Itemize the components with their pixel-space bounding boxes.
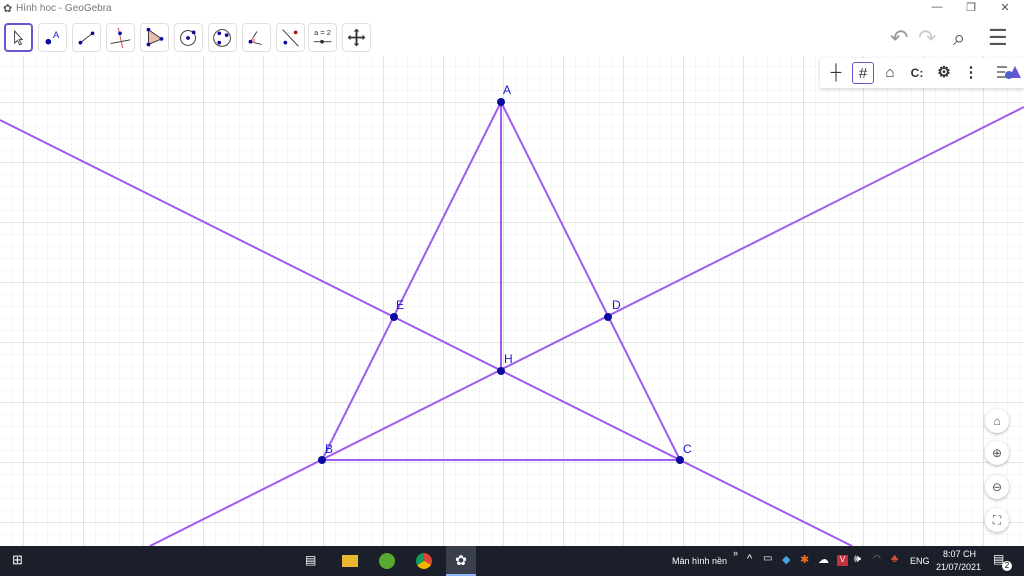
- avast-icon[interactable]: ✱: [800, 553, 809, 566]
- taskbar: ⊞ ▤ ✿ Màn hình nền » ^ ▭ ◆ ✱ ☁ V 🕪 ◠ ♣ E…: [0, 546, 1024, 576]
- home-view-button[interactable]: ⌂: [985, 409, 1009, 433]
- settings-icon[interactable]: ⚙: [933, 62, 955, 84]
- point-h[interactable]: [497, 367, 505, 375]
- style-bar: ┼ # ⌂ C: ⚙ ⋮: [820, 58, 1024, 88]
- tool-move[interactable]: [4, 23, 33, 52]
- point-a[interactable]: [497, 98, 505, 106]
- tool-angle[interactable]: [242, 23, 271, 52]
- wifi-icon[interactable]: ◠: [873, 553, 881, 564]
- point-b[interactable]: [318, 456, 326, 464]
- label-b: B: [325, 442, 334, 456]
- label-c: C: [683, 442, 692, 456]
- zoom-in-button[interactable]: ⊕: [985, 441, 1009, 465]
- slider-label: a = 2: [314, 28, 331, 37]
- restore-button[interactable]: ❐: [956, 1, 986, 14]
- tool-point[interactable]: A: [38, 23, 67, 52]
- redo-button[interactable]: ↷: [918, 25, 936, 51]
- v-app-icon[interactable]: V: [837, 555, 848, 566]
- clock-time[interactable]: 8:07 CH: [943, 549, 976, 559]
- geogebra-logo-icon: ✿: [3, 3, 13, 15]
- language-indicator[interactable]: ENG: [910, 556, 930, 566]
- label-e: E: [396, 298, 405, 312]
- toolbar: A a = 2 ↶ ↷ ⌕ ☰: [0, 17, 1024, 56]
- tool-slider[interactable]: a = 2: [308, 23, 337, 52]
- label-d: D: [612, 298, 621, 312]
- task-view-icon[interactable]: ▤: [305, 553, 316, 567]
- title-bar: ✿ Hình hoc - GeoGebra — ❐ ✕: [0, 0, 1024, 17]
- label-h: H: [504, 352, 513, 366]
- major-grid: [0, 56, 1024, 546]
- minimize-button[interactable]: —: [922, 1, 952, 13]
- view-button[interactable]: C:: [906, 62, 928, 84]
- show-hidden-icons[interactable]: ^: [747, 553, 752, 565]
- tray-app-icon[interactable]: ◆: [782, 553, 790, 566]
- app-icon[interactable]: [379, 553, 395, 569]
- graphics-view[interactable]: [0, 56, 1024, 546]
- tool-circle[interactable]: [174, 23, 203, 52]
- tool-reflect[interactable]: [276, 23, 305, 52]
- battery-icon: ▭: [763, 553, 773, 564]
- point-d[interactable]: [604, 313, 612, 321]
- fullscreen-button[interactable]: ⛶: [985, 508, 1009, 532]
- undo-button[interactable]: ↶: [890, 25, 908, 51]
- label-a: A: [503, 83, 512, 97]
- point-c[interactable]: [676, 456, 684, 464]
- windows-start-icon[interactable]: ⊞: [12, 552, 23, 568]
- geogebra-taskbar-icon[interactable]: ✿: [446, 546, 476, 576]
- chrome-icon[interactable]: [416, 553, 432, 569]
- more-icon[interactable]: ⋮: [960, 62, 982, 84]
- svg-text:A: A: [53, 30, 60, 40]
- volume-icon[interactable]: 🕪: [854, 553, 861, 566]
- file-explorer-icon[interactable]: [342, 555, 358, 567]
- cloud-icon[interactable]: ☁: [818, 553, 829, 566]
- axes-toggle[interactable]: ┼: [825, 62, 847, 84]
- notification-count: 2: [1002, 561, 1012, 571]
- zoom-out-button[interactable]: ⊖: [985, 475, 1009, 499]
- clock-date[interactable]: 21/07/2021: [936, 562, 981, 572]
- toolbar-chevron[interactable]: »: [733, 548, 738, 558]
- tool-circle-three-points[interactable]: [208, 23, 237, 52]
- window-title: Hình hoc - GeoGebra: [16, 3, 112, 14]
- home-button[interactable]: ⌂: [879, 62, 901, 84]
- tray-app-icon-2[interactable]: ♣: [891, 553, 898, 565]
- style-bar-toggle-icon[interactable]: [994, 62, 1022, 84]
- desktop-toolbar[interactable]: Màn hình nền: [672, 556, 727, 566]
- tool-segment[interactable]: [72, 23, 101, 52]
- grid-toggle[interactable]: #: [852, 62, 874, 84]
- tool-polygon[interactable]: [140, 23, 169, 52]
- menu-icon[interactable]: ☰: [988, 25, 1008, 51]
- point-e[interactable]: [390, 313, 398, 321]
- tool-move-graphics-view[interactable]: [342, 23, 371, 52]
- search-icon[interactable]: ⌕: [953, 25, 965, 51]
- tool-perpendicular-line[interactable]: [106, 23, 135, 52]
- close-button[interactable]: ✕: [990, 1, 1020, 14]
